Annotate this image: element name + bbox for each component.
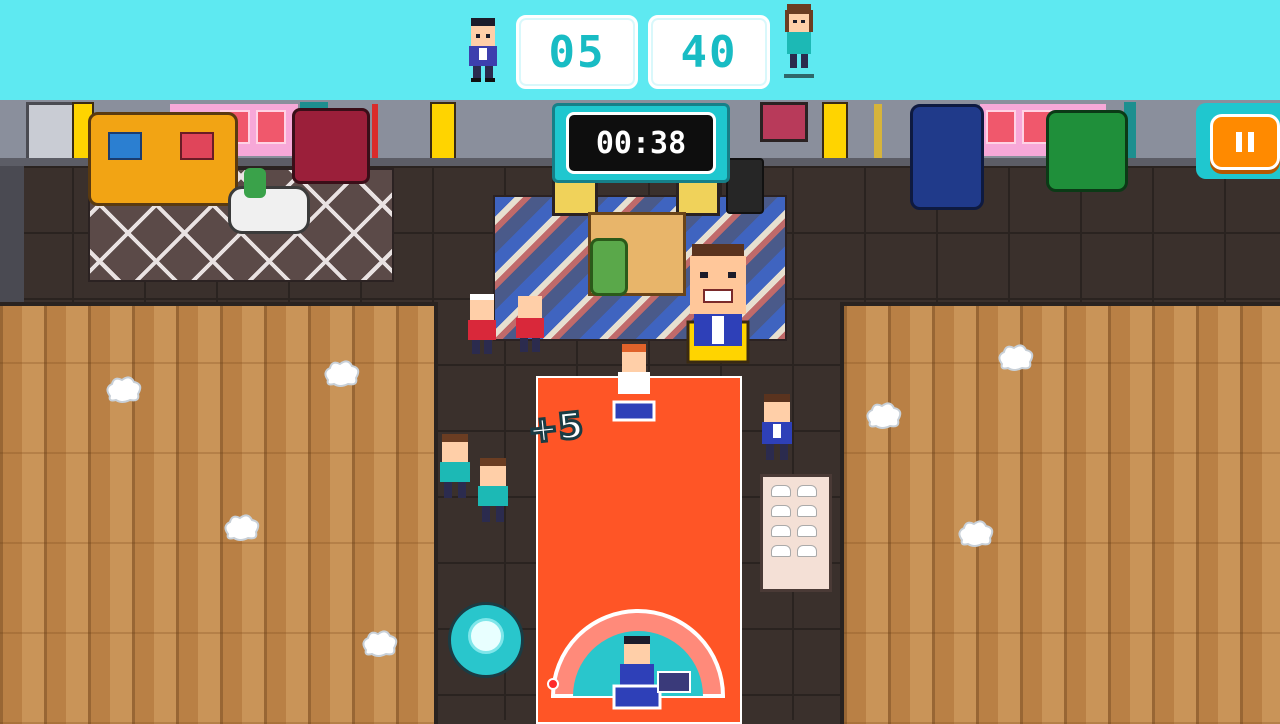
cup	[797, 485, 817, 497]
hud-bar	[0, 0, 1280, 100]
controlled-player[interactable]	[608, 634, 694, 718]
cactus-pot	[590, 238, 628, 296]
cup	[771, 545, 791, 557]
opponent-character	[612, 344, 656, 422]
cup	[797, 545, 817, 557]
player-avatar-right-icon	[784, 4, 814, 78]
cup	[771, 485, 791, 497]
tile-floor-strip	[0, 166, 24, 302]
wall-poster	[760, 102, 808, 142]
cup	[771, 505, 791, 517]
wall-picture	[676, 178, 720, 216]
score-left: 05	[516, 15, 638, 89]
floor-lamp	[372, 104, 378, 164]
cloud-icon	[106, 376, 142, 403]
cloud-icon	[362, 630, 398, 657]
cloud-icon	[224, 514, 260, 541]
sofa-cushion	[108, 132, 142, 160]
points-popup: +5	[525, 404, 587, 454]
wall-picture	[552, 178, 598, 216]
pause-icon	[1236, 132, 1254, 152]
wood-floor-left	[0, 302, 438, 724]
player-character	[516, 296, 544, 352]
blue-armchair	[910, 104, 984, 210]
cup	[771, 525, 791, 537]
score-right: 40	[648, 15, 770, 89]
floor-lamp	[874, 104, 882, 162]
countdown-timer: 00:38	[566, 112, 716, 174]
player-avatar-left-icon	[469, 18, 497, 82]
side-table	[228, 186, 310, 234]
cloud-icon	[958, 520, 994, 547]
player-character	[440, 434, 470, 498]
robot-vacuum-sensor	[468, 618, 504, 654]
cloud-icon	[324, 360, 360, 387]
player-character	[468, 294, 496, 354]
host-character	[686, 244, 750, 364]
sofa-cushion	[180, 132, 214, 160]
cup-table	[760, 474, 832, 592]
cloud-icon	[866, 402, 902, 429]
wall-window	[986, 110, 1016, 144]
green-armchair	[1046, 110, 1128, 192]
cloud-icon	[998, 344, 1034, 371]
plant	[244, 168, 266, 198]
wall-window	[256, 110, 286, 144]
player-character	[762, 394, 792, 460]
red-armchair	[292, 108, 370, 184]
player-character	[478, 458, 508, 522]
cup	[797, 525, 817, 537]
speaker	[726, 158, 764, 214]
wood-floor-right	[840, 302, 1280, 724]
pause-button[interactable]	[1210, 114, 1280, 170]
cup	[797, 505, 817, 517]
